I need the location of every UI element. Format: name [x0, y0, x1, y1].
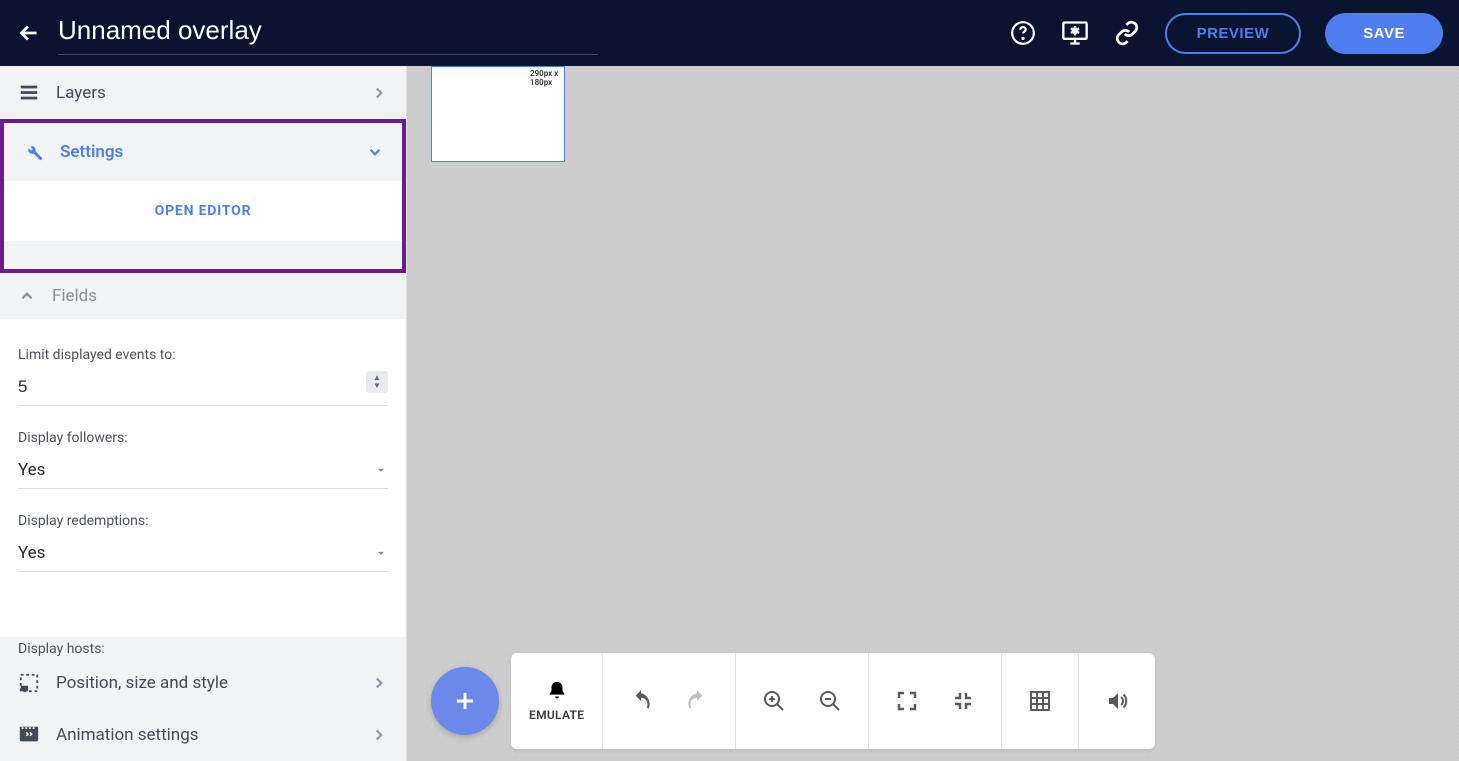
- toolbar-card: EMULATE: [511, 653, 1155, 749]
- redo-button[interactable]: [681, 685, 713, 717]
- undo-button[interactable]: [625, 685, 657, 717]
- layers-panel-row[interactable]: Layers: [0, 66, 406, 120]
- display-followers-label: Display followers:: [18, 430, 388, 446]
- preview-button[interactable]: PREVIEW: [1165, 13, 1302, 54]
- canvas-area[interactable]: 290px x 180px EMULATE: [407, 66, 1459, 761]
- zoom-out-button[interactable]: [814, 685, 846, 717]
- layers-label: Layers: [56, 83, 354, 103]
- save-button[interactable]: SAVE: [1325, 13, 1443, 54]
- sidebar: Layers Settings OPEN EDITOR Field: [0, 66, 407, 761]
- number-spinner-icon[interactable]: ▲▼: [366, 371, 388, 393]
- settings-label: Settings: [60, 142, 350, 162]
- display-followers-value: Yes: [18, 460, 374, 480]
- canvas-inner[interactable]: 290px x 180px: [431, 66, 1435, 647]
- limit-events-input[interactable]: [18, 373, 388, 406]
- volume-button[interactable]: [1101, 685, 1133, 717]
- overlay-dimensions-label: 290px x 180px: [530, 69, 564, 87]
- chevron-right-icon: [370, 84, 388, 102]
- display-redemptions-label: Display redemptions:: [18, 513, 388, 529]
- animation-label: Animation settings: [56, 725, 354, 745]
- display-followers-select[interactable]: Yes: [18, 456, 388, 489]
- sidebar-bottom: Display hosts: Position, size and style …: [0, 637, 406, 761]
- emulate-label: EMULATE: [529, 708, 584, 722]
- exit-fullscreen-button[interactable]: [947, 685, 979, 717]
- fields-panel-row[interactable]: Fields: [0, 273, 406, 319]
- back-button[interactable]: [16, 20, 42, 46]
- bottom-toolbar: EMULATE: [431, 653, 1435, 749]
- animation-icon: [18, 724, 40, 746]
- zoom-in-button[interactable]: [758, 685, 790, 717]
- dropdown-icon: [374, 463, 388, 477]
- dropdown-icon: [374, 546, 388, 560]
- display-redemptions-value: Yes: [18, 543, 374, 563]
- help-icon[interactable]: [1009, 19, 1037, 47]
- display-settings-icon[interactable]: [1061, 19, 1089, 47]
- fields-label: Fields: [52, 286, 97, 306]
- animation-panel-row[interactable]: Animation settings: [0, 709, 406, 761]
- chevron-right-icon: [370, 674, 388, 692]
- layers-icon: [18, 82, 40, 104]
- overlay-title-input[interactable]: [58, 11, 598, 55]
- link-icon[interactable]: [1113, 19, 1141, 47]
- bounding-box-icon: [18, 672, 40, 694]
- app-header: PREVIEW SAVE: [0, 0, 1459, 66]
- bell-icon: [546, 680, 568, 702]
- grid-button[interactable]: [1024, 685, 1056, 717]
- header-actions: PREVIEW SAVE: [1009, 13, 1443, 54]
- fields-body: Limit displayed events to: ▲▼ Display fo…: [0, 319, 406, 637]
- display-hosts-label: Display hosts:: [0, 637, 406, 657]
- display-redemptions-select[interactable]: Yes: [18, 539, 388, 572]
- add-button[interactable]: [431, 667, 499, 735]
- settings-highlight: Settings OPEN EDITOR: [0, 119, 406, 273]
- position-panel-row[interactable]: Position, size and style: [0, 657, 406, 709]
- position-label: Position, size and style: [56, 673, 354, 693]
- emulate-button[interactable]: EMULATE: [511, 653, 603, 749]
- chevron-down-icon: [366, 143, 384, 161]
- fullscreen-button[interactable]: [891, 685, 923, 717]
- wrench-icon: [22, 141, 44, 163]
- chevron-right-icon: [370, 726, 388, 744]
- open-editor-button[interactable]: OPEN EDITOR: [4, 181, 402, 241]
- settings-panel-row[interactable]: Settings: [4, 123, 402, 181]
- chevron-up-icon: [18, 287, 36, 305]
- limit-events-label: Limit displayed events to:: [18, 347, 388, 363]
- overlay-object[interactable]: 290px x 180px: [431, 66, 565, 162]
